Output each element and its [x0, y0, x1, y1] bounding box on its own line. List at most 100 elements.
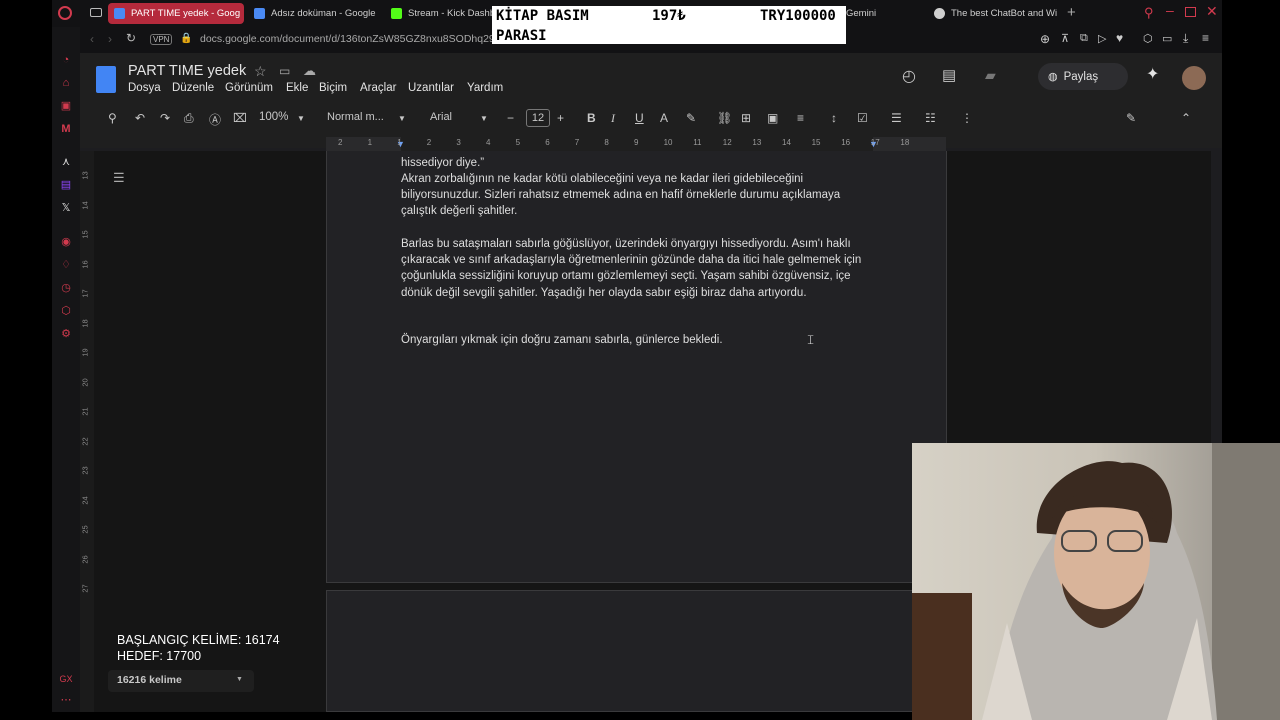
heart-icon[interactable]: ♥: [1116, 31, 1123, 45]
style-select[interactable]: Normal m...: [327, 111, 384, 123]
gemini-icon[interactable]: ✦: [1146, 64, 1159, 84]
forward-icon[interactable]: ›: [108, 32, 112, 46]
tab-part-time[interactable]: PART TIME yedek - Goog: [108, 3, 244, 24]
align-icon[interactable]: ≡: [797, 111, 804, 125]
bullet-list-icon[interactable]: ☰: [891, 111, 902, 125]
back-icon[interactable]: ‹: [90, 32, 94, 46]
more-icon[interactable]: ⋯: [59, 693, 73, 707]
avatar[interactable]: [1182, 66, 1206, 90]
editing-mode-icon[interactable]: ✎: [1126, 111, 1136, 125]
menu-araclar[interactable]: Araçlar: [360, 82, 396, 94]
tab-adsiz[interactable]: Adsız doküman - Google: [248, 3, 378, 24]
decrease-size-icon[interactable]: −: [507, 111, 514, 125]
zoom-chevron-down-icon[interactable]: ▼: [297, 114, 305, 123]
meet-icon[interactable]: ▰: [985, 67, 996, 84]
url-input[interactable]: docs.google.com/document/d/136tonZsW85GZ…: [200, 33, 506, 45]
zoom-icon[interactable]: ⊕: [1040, 32, 1050, 46]
opera-logo-icon[interactable]: [58, 6, 72, 20]
pin-icon[interactable]: ⊼: [1061, 32, 1069, 45]
font-chevron-down-icon[interactable]: ▼: [480, 114, 488, 123]
reload-icon[interactable]: ↻: [126, 31, 136, 45]
menu-yardim[interactable]: Yardım: [467, 82, 503, 94]
vertical-ruler[interactable]: 13 14 15 16 17 18 19 20 21 22 23 24 25 26 27: [80, 151, 94, 712]
minimize-icon[interactable]: –: [1166, 2, 1174, 18]
redo-icon[interactable]: ↷: [160, 111, 170, 125]
version-history-icon[interactable]: ◴: [902, 66, 916, 86]
gx-icon[interactable]: GX: [59, 672, 73, 686]
paragraph-3[interactable]: Önyargıları yıkmak için doğru zamanı sab…: [401, 332, 871, 348]
paint-format-icon[interactable]: ⌧: [233, 111, 247, 125]
tab-workspace-icon[interactable]: [90, 8, 102, 17]
search-menus-icon[interactable]: ⚲: [108, 111, 117, 125]
doc-title[interactable]: PART TIME yedek: [128, 63, 246, 79]
menu-icon[interactable]: ≡: [1202, 31, 1209, 45]
increase-size-icon[interactable]: +: [557, 111, 564, 125]
snapshot-icon[interactable]: ⧉: [1080, 32, 1088, 45]
history-icon[interactable]: ◷: [59, 281, 73, 295]
gmail-icon[interactable]: M: [59, 122, 73, 136]
menu-dosya[interactable]: Dosya: [128, 82, 161, 94]
paragraph-0[interactable]: hissediyor diye.”: [401, 155, 871, 171]
italic-icon[interactable]: I: [611, 111, 615, 126]
word-count-chevron-down-icon[interactable]: ▼: [236, 676, 243, 683]
print-icon[interactable]: ⎙: [184, 111, 194, 126]
extensions-icon[interactable]: ⬡: [1143, 32, 1153, 45]
chatgpt-icon[interactable]: ⋏: [59, 155, 73, 169]
bold-icon[interactable]: B: [587, 111, 596, 125]
paragraph-2[interactable]: Barlas bu sataşmaları sabırla göğüslüyor…: [401, 236, 869, 301]
menu-duzenle[interactable]: Düzenle: [172, 82, 214, 94]
numbered-list-icon[interactable]: ☷: [925, 111, 936, 125]
maximize-icon[interactable]: [1185, 7, 1196, 17]
menu-uzantilar[interactable]: Uzantılar: [408, 82, 454, 94]
paragraph-1[interactable]: Akran zorbalığının ne kadar kötü olabile…: [401, 171, 851, 220]
vpn-badge[interactable]: VPN: [150, 34, 173, 45]
twitch-icon[interactable]: ▤: [59, 178, 73, 192]
font-select[interactable]: Arial: [430, 111, 452, 123]
tab-gemini[interactable]: Gemini: [840, 3, 920, 24]
new-tab-icon[interactable]: +: [1067, 4, 1076, 21]
extensions-sidebar-icon[interactable]: ⬡: [59, 304, 73, 318]
settings-icon[interactable]: ⚙: [59, 327, 73, 341]
aria-icon[interactable]: ◔: [59, 53, 73, 67]
messenger-icon[interactable]: ▣: [59, 99, 73, 113]
menu-ekle[interactable]: Ekle: [286, 82, 308, 94]
star-icon[interactable]: ☆: [254, 63, 267, 80]
tab-chatbot[interactable]: The best ChatBot and Wi: [928, 3, 1062, 24]
text-color-icon[interactable]: A: [660, 111, 668, 125]
insert-image-icon[interactable]: ▣: [767, 111, 778, 125]
line-spacing-icon[interactable]: ↕: [831, 111, 837, 125]
spellcheck-icon[interactable]: Ⓐ: [209, 111, 221, 128]
menu-bicim[interactable]: Biçim: [319, 82, 347, 94]
download-icon[interactable]: ⤓: [1183, 31, 1188, 46]
underline-icon[interactable]: U: [635, 111, 644, 125]
collapse-toolbar-icon[interactable]: ⌃: [1181, 111, 1191, 125]
search-icon[interactable]: ⚲: [1144, 5, 1154, 21]
highlight-icon[interactable]: ✎: [686, 111, 696, 125]
horizontal-ruler[interactable]: ▼ ▼ 2 1 1 2 3 4 5 6 7 8 9 10 11 12 13 14 15 16 17 18: [326, 137, 946, 151]
cloud-status-icon[interactable]: ☁: [303, 63, 316, 79]
checklist-icon[interactable]: ☑: [857, 111, 868, 125]
docs-logo-icon[interactable]: [96, 66, 116, 93]
x-icon[interactable]: 𝕏: [59, 201, 73, 215]
font-size-input[interactable]: 12: [526, 109, 550, 127]
document-page-next[interactable]: [326, 590, 947, 712]
move-folder-icon[interactable]: ▭: [279, 64, 290, 78]
more-options-icon[interactable]: ⋮: [961, 111, 973, 125]
share-button[interactable]: ◍ Paylaş: [1038, 63, 1128, 90]
tab-kick[interactable]: Stream - Kick Dashb: [385, 3, 493, 24]
close-icon[interactable]: ✕: [1206, 3, 1218, 20]
outline-icon[interactable]: ☰: [113, 170, 125, 186]
crypto-wallet-icon[interactable]: ⌂: [59, 76, 73, 90]
link-icon[interactable]: ⛓: [717, 111, 732, 125]
play-icon[interactable]: ▷: [1098, 32, 1106, 45]
menu-gorunum[interactable]: Görünüm: [225, 82, 273, 94]
zoom-select[interactable]: 100%: [259, 111, 288, 123]
comments-icon[interactable]: ▤: [942, 66, 956, 84]
style-chevron-down-icon[interactable]: ▼: [398, 114, 406, 123]
add-comment-icon[interactable]: ⊞: [741, 111, 751, 125]
wallet-icon[interactable]: ▭: [1162, 32, 1172, 45]
word-count-widget[interactable]: 16216 kelime ▼: [108, 670, 254, 692]
player-icon[interactable]: ◉: [59, 235, 73, 249]
pinboard-icon[interactable]: ♢: [59, 258, 73, 272]
undo-icon[interactable]: ↶: [135, 111, 145, 125]
